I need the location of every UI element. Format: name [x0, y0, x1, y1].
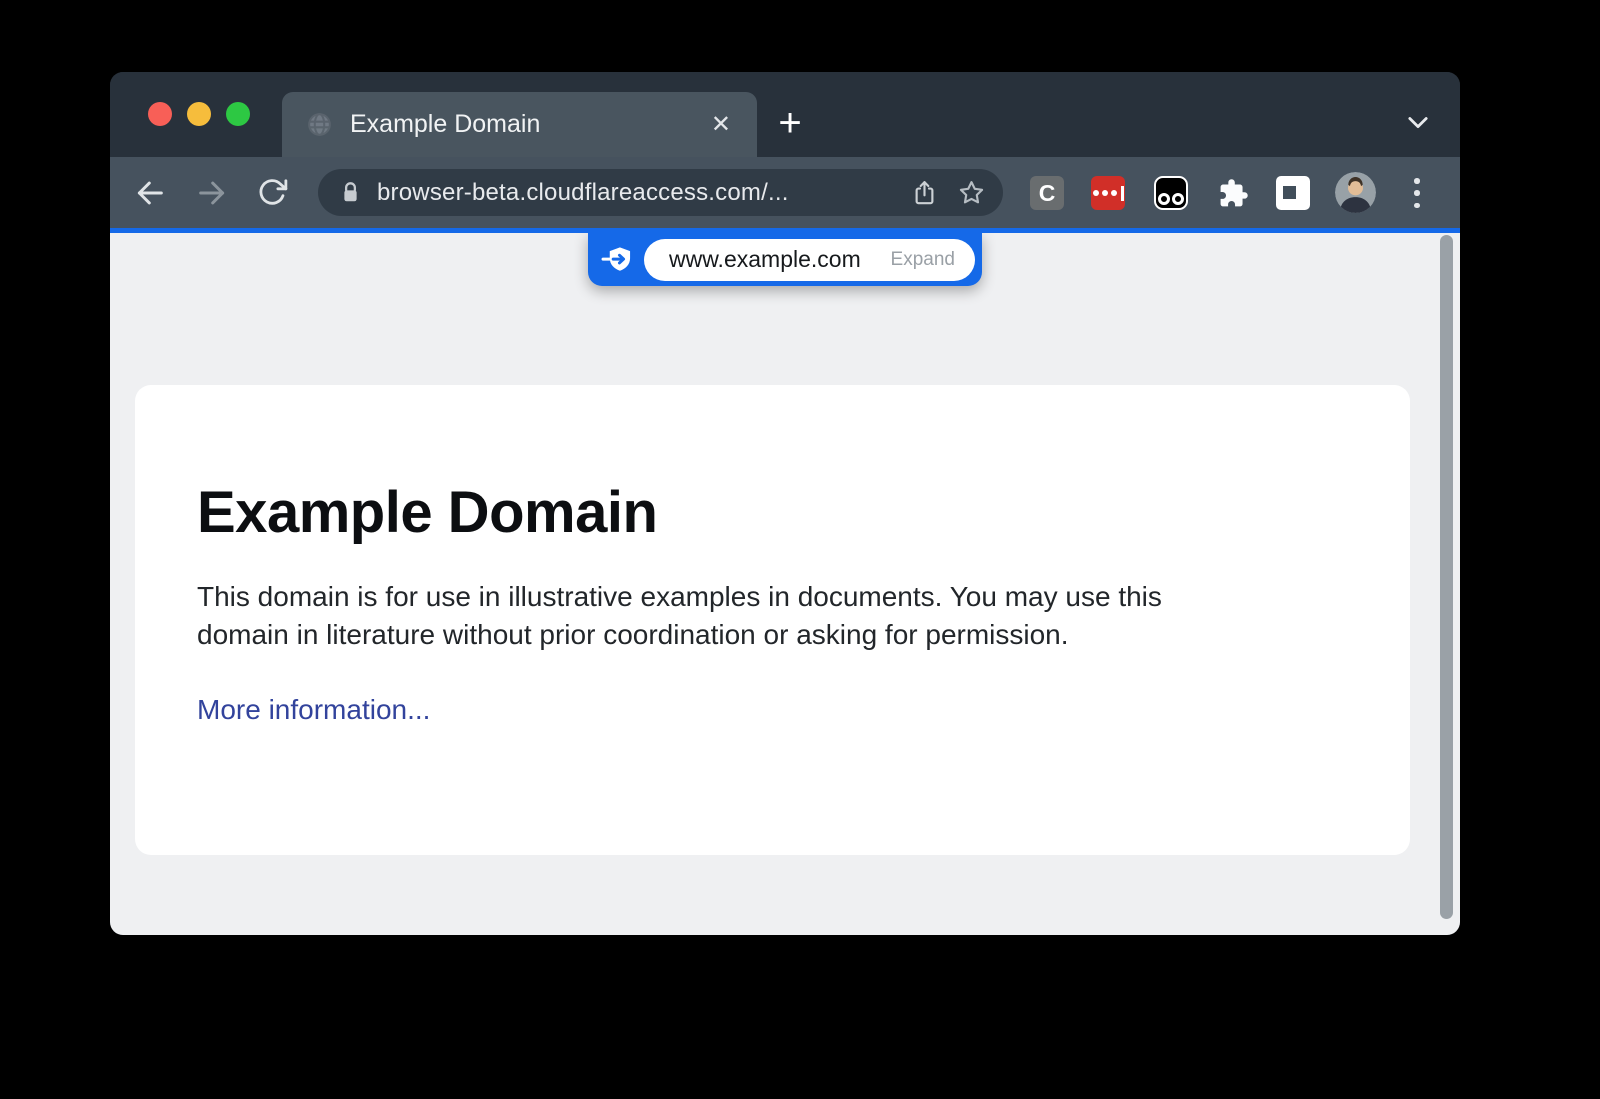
lock-icon	[340, 181, 361, 204]
reload-button[interactable]	[256, 176, 290, 210]
new-tab-button[interactable]: +	[768, 101, 812, 145]
tab-title: Example Domain	[350, 110, 709, 139]
close-window-button[interactable]	[148, 102, 172, 126]
minimize-window-button[interactable]	[187, 102, 211, 126]
page-card: Example Domain This domain is for use in…	[135, 385, 1410, 855]
paragraph-line-1: This domain is for use in illustrative e…	[197, 578, 1410, 616]
fullscreen-window-button[interactable]	[226, 102, 250, 126]
address-bar[interactable]: browser-beta.cloudflareaccess.com/...	[318, 169, 1003, 216]
bookmark-star-icon[interactable]	[958, 179, 985, 206]
more-information-link[interactable]: More information...	[197, 694, 430, 726]
extension-c-label: C	[1039, 180, 1056, 207]
globe-icon	[306, 111, 333, 138]
share-icon[interactable]	[911, 179, 938, 206]
window-controls	[148, 102, 250, 126]
url-text: browser-beta.cloudflareaccess.com/...	[377, 179, 899, 207]
back-button[interactable]	[133, 176, 167, 210]
tab-search-chevron-icon[interactable]	[1404, 108, 1432, 136]
extension-password-manager-icon[interactable]	[1091, 176, 1125, 210]
side-panel-icon[interactable]	[1276, 176, 1310, 210]
tab-close-icon[interactable]: ✕	[709, 111, 733, 139]
host-chip[interactable]: www.example.com Expand	[644, 239, 975, 281]
scrollbar-thumb[interactable]	[1440, 235, 1453, 919]
page-title: Example Domain	[197, 479, 1410, 546]
remote-host-pill: www.example.com Expand	[588, 233, 982, 286]
extension-c-icon[interactable]: C	[1030, 176, 1064, 210]
browser-menu-icon[interactable]	[1411, 178, 1423, 208]
extensions-puzzle-icon[interactable]	[1216, 176, 1250, 210]
shield-arrow-icon	[601, 245, 634, 274]
profile-avatar[interactable]	[1335, 172, 1376, 213]
expand-button[interactable]: Expand	[891, 249, 955, 271]
extension-goggles-icon[interactable]	[1154, 176, 1188, 210]
tab-strip: Example Domain ✕ +	[110, 72, 1460, 157]
toolbar: browser-beta.cloudflareaccess.com/... C	[110, 157, 1460, 228]
browser-window: Example Domain ✕ + browser-beta.cloudfla…	[110, 72, 1460, 935]
page-viewport: www.example.com Expand Example Domain Th…	[110, 233, 1460, 935]
page-paragraph: This domain is for use in illustrative e…	[197, 578, 1410, 654]
paragraph-line-2: domain in literature without prior coord…	[197, 616, 1410, 654]
forward-button[interactable]	[195, 176, 229, 210]
host-text: www.example.com	[669, 246, 861, 273]
tab-example-domain[interactable]: Example Domain ✕	[282, 92, 757, 157]
